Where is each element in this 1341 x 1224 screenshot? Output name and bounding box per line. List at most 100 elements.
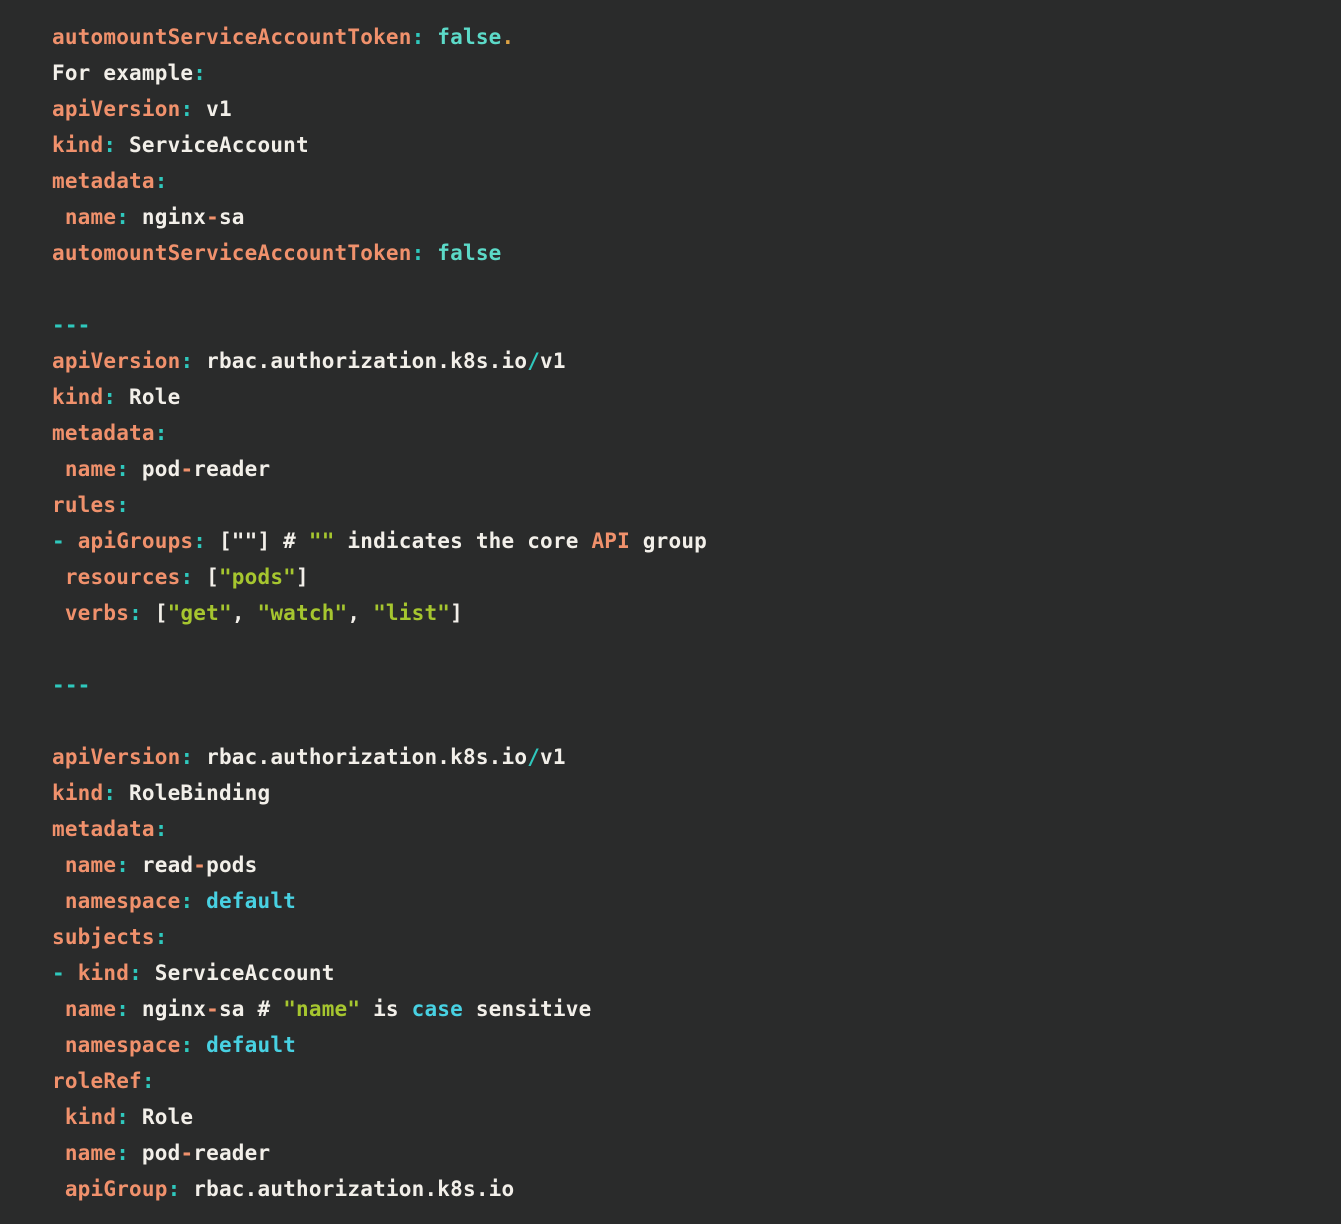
code-token: apiVersion bbox=[52, 745, 180, 769]
code-token bbox=[193, 889, 206, 913]
code-token: "pods" bbox=[219, 565, 296, 589]
code-line: kind: RoleBinding bbox=[52, 775, 1331, 811]
code-token: --- bbox=[52, 313, 91, 337]
yaml-code-block: automountServiceAccountToken: false. For … bbox=[0, 0, 1341, 1224]
code-token: : bbox=[129, 601, 142, 625]
code-token: : bbox=[129, 961, 142, 985]
code-token: : bbox=[193, 529, 206, 553]
code-line: kind: ServiceAccount bbox=[52, 127, 1331, 163]
code-token: "" bbox=[309, 529, 335, 553]
code-token bbox=[65, 529, 78, 553]
code-token: : bbox=[180, 349, 193, 373]
code-token: API bbox=[591, 529, 630, 553]
code-token bbox=[52, 205, 65, 229]
code-token: rbac.authorization.k8s.io bbox=[193, 745, 527, 769]
code-token: "name" bbox=[283, 997, 360, 1021]
code-lines-container: automountServiceAccountToken: false. For … bbox=[52, 19, 1331, 1207]
code-token: "get" bbox=[168, 601, 232, 625]
code-token: : bbox=[155, 925, 168, 949]
code-token: pod bbox=[129, 457, 180, 481]
code-token: name bbox=[65, 853, 116, 877]
code-token: sa # bbox=[219, 997, 283, 1021]
code-token: - bbox=[52, 529, 65, 553]
code-line: --- bbox=[52, 307, 1331, 343]
code-token bbox=[52, 889, 65, 913]
code-token: For example bbox=[52, 61, 193, 85]
code-token: , bbox=[347, 601, 373, 625]
code-token: . bbox=[502, 25, 515, 49]
code-token bbox=[193, 1033, 206, 1057]
code-token: : bbox=[155, 421, 168, 445]
code-token: Role bbox=[116, 385, 180, 409]
code-line: subjects: bbox=[52, 919, 1331, 955]
code-line: - kind: ServiceAccount bbox=[52, 955, 1331, 991]
code-line: metadata: bbox=[52, 415, 1331, 451]
code-token: [ bbox=[193, 565, 219, 589]
code-line: apiGroup: rbac.authorization.k8s.io bbox=[52, 1171, 1331, 1207]
code-token: automountServiceAccountToken bbox=[52, 25, 412, 49]
code-token: name bbox=[65, 997, 116, 1021]
code-token: verbs bbox=[65, 601, 129, 625]
code-line: apiVersion: v1 bbox=[52, 91, 1331, 127]
code-token: - bbox=[206, 997, 219, 1021]
code-token: default bbox=[206, 1033, 296, 1057]
code-token bbox=[52, 1033, 65, 1057]
code-token: : bbox=[116, 997, 129, 1021]
code-line: kind: Role bbox=[52, 1099, 1331, 1135]
code-token: [""] # bbox=[206, 529, 309, 553]
code-token: read bbox=[129, 853, 193, 877]
code-token: : bbox=[180, 565, 193, 589]
code-token: , bbox=[232, 601, 258, 625]
code-token: : bbox=[116, 205, 129, 229]
code-token: ServiceAccount bbox=[142, 961, 335, 985]
code-token: : bbox=[116, 853, 129, 877]
code-token: : bbox=[103, 781, 116, 805]
code-token: ] bbox=[450, 601, 463, 625]
code-line bbox=[52, 631, 1331, 667]
code-line: name: pod-reader bbox=[52, 451, 1331, 487]
code-token bbox=[52, 997, 65, 1021]
code-token bbox=[52, 457, 65, 481]
code-token: roleRef bbox=[52, 1069, 142, 1093]
code-token: name bbox=[65, 1141, 116, 1165]
code-token: ServiceAccount bbox=[116, 133, 309, 157]
code-line bbox=[52, 271, 1331, 307]
code-token bbox=[424, 25, 437, 49]
code-token: apiVersion bbox=[52, 97, 180, 121]
code-line: apiVersion: rbac.authorization.k8s.io/v1 bbox=[52, 739, 1331, 775]
code-token: resources bbox=[65, 565, 181, 589]
code-token: / bbox=[527, 745, 540, 769]
code-token: : bbox=[103, 133, 116, 157]
code-token: apiGroup bbox=[65, 1177, 168, 1201]
code-line: name: read-pods bbox=[52, 847, 1331, 883]
code-line: --- bbox=[52, 667, 1331, 703]
code-token: [ bbox=[142, 601, 168, 625]
code-token: apiVersion bbox=[52, 349, 180, 373]
code-token: : bbox=[116, 1105, 129, 1129]
code-token bbox=[52, 601, 65, 625]
code-token: : bbox=[180, 97, 193, 121]
code-token: sa bbox=[219, 205, 245, 229]
code-token: : bbox=[116, 1141, 129, 1165]
code-token: kind bbox=[52, 385, 103, 409]
code-token: ] bbox=[296, 565, 309, 589]
code-line: metadata: bbox=[52, 811, 1331, 847]
code-token: v1 bbox=[193, 97, 232, 121]
code-token: "watch" bbox=[258, 601, 348, 625]
code-token bbox=[52, 1177, 65, 1201]
code-token: automountServiceAccountToken bbox=[52, 241, 412, 265]
code-token bbox=[65, 961, 78, 985]
code-token: : bbox=[180, 745, 193, 769]
code-token: kind bbox=[52, 133, 103, 157]
code-token: - bbox=[193, 853, 206, 877]
code-token: --- bbox=[52, 673, 91, 697]
code-token: - bbox=[180, 1141, 193, 1165]
code-token: default bbox=[206, 889, 296, 913]
code-line: namespace: default bbox=[52, 883, 1331, 919]
code-token: rbac.authorization.k8s.io bbox=[193, 349, 527, 373]
code-token bbox=[52, 853, 65, 877]
code-line: verbs: ["get", "watch", "list"] bbox=[52, 595, 1331, 631]
code-token: : bbox=[116, 493, 129, 517]
code-token: reader bbox=[193, 1141, 270, 1165]
code-line: automountServiceAccountToken: false bbox=[52, 235, 1331, 271]
